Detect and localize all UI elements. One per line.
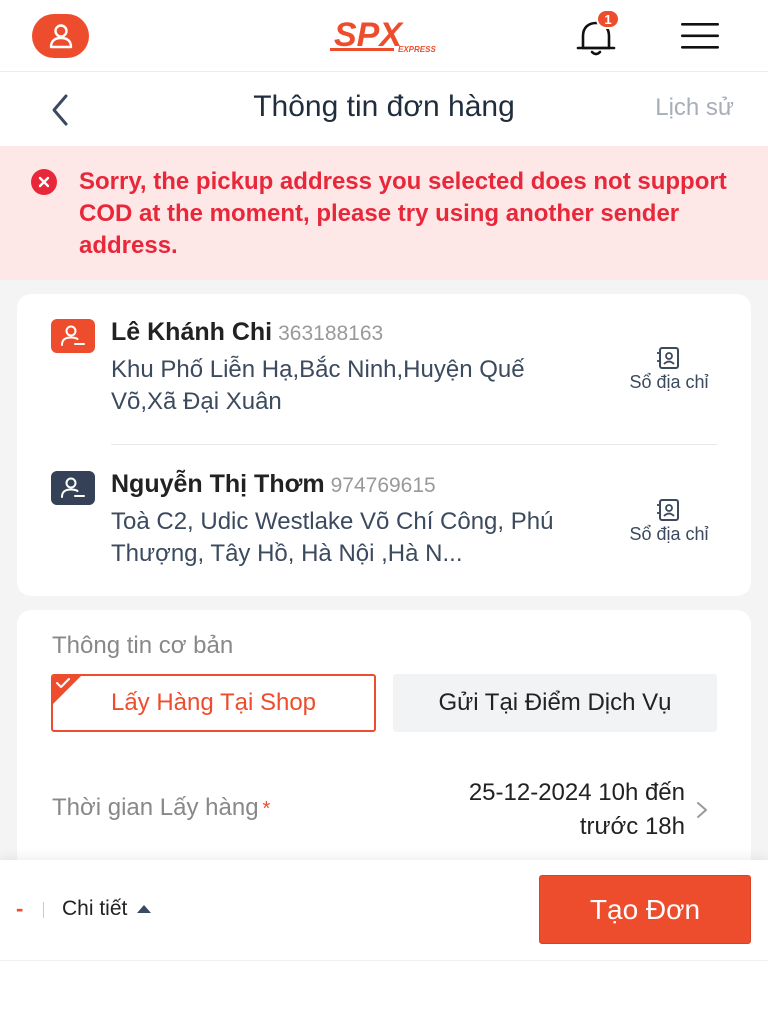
- receiver-name: Nguyễn Thị Thơm: [111, 470, 325, 498]
- pickup-time-label-text: Thời gian Lấy hàng: [52, 794, 259, 821]
- profile-button[interactable]: [32, 14, 89, 58]
- address-book-icon: [657, 499, 679, 521]
- sender-address-book-button[interactable]: Sổ địa chỉ: [617, 346, 721, 396]
- receiver-icon: [51, 471, 95, 505]
- pickup-time-line1: 25-12-2024 10h đến: [468, 779, 685, 806]
- sender-phone: 363188163: [278, 322, 384, 345]
- receiver-address-text: Toà C2, Udic Westlake Võ Chí Công, Phú T…: [111, 508, 554, 567]
- page-header: Thông tin đơn hàng Lịch sử: [0, 72, 768, 146]
- sender-address-text: Khu Phố Liễn Hạ,Bắc Ninh,Huyện Quế Võ,Xã…: [111, 356, 525, 415]
- bottom-action-bar: - Chi tiết Tạo Đơn: [0, 860, 768, 960]
- menu-button[interactable]: [680, 20, 720, 52]
- pickup-time-line2: trước 18h: [579, 813, 685, 840]
- history-link[interactable]: Lịch sử: [655, 94, 734, 122]
- sender-name-line: Lê Khánh Chi 363188163: [111, 318, 383, 347]
- receiver-address[interactable]: Nguyễn Thị Thơm 974769615 Toà C2, Udic We…: [17, 468, 751, 598]
- check-icon: [56, 678, 70, 688]
- chevron-right-icon[interactable]: [695, 800, 709, 820]
- receiver-name-line: Nguyễn Thị Thơm 974769615: [111, 470, 436, 499]
- option-drop-at-service-point-label: Gửi Tại Điểm Dịch Vụ: [438, 689, 672, 716]
- chevron-left-icon: [52, 94, 68, 126]
- required-mark: *: [262, 798, 271, 820]
- caret-up-icon: [137, 905, 152, 913]
- receiver-address-book-label: Sổ địa chỉ: [629, 524, 709, 544]
- address-book-icon: [657, 347, 679, 369]
- pickup-time-label: Thời gian Lấy hàng *: [52, 794, 270, 822]
- back-button[interactable]: [40, 90, 80, 130]
- option-drop-at-service-point[interactable]: Gửi Tại Điểm Dịch Vụ: [393, 674, 717, 732]
- detail-toggle[interactable]: Chi tiết: [62, 897, 152, 921]
- receiver-address-book-button[interactable]: Sổ địa chỉ: [617, 498, 721, 548]
- logo-subtext: EXPRESS: [398, 45, 436, 54]
- sender-name: Lê Khánh Chi: [111, 318, 273, 346]
- spx-logo[interactable]: SPX EXPRESS: [330, 14, 440, 58]
- page-title: Thông tin đơn hàng: [253, 90, 515, 123]
- total-amount: -: [16, 896, 24, 921]
- detail-label: Chi tiết: [62, 897, 128, 920]
- pickup-time-value[interactable]: 25-12-2024 10h đến trước 18h: [365, 776, 685, 844]
- basic-info-card: Thông tin cơ bản Lấy Hàng Tại Shop Gửi T…: [17, 610, 751, 870]
- bottom-spacer: [0, 960, 768, 1024]
- address-card: Lê Khánh Chi 363188163 Khu Phố Liễn Hạ,Bắ…: [17, 294, 751, 596]
- address-divider: [111, 444, 717, 445]
- notification-badge: 1: [596, 9, 620, 29]
- create-order-button[interactable]: Tạo Đơn: [539, 875, 751, 944]
- top-bar: SPX EXPRESS 1: [0, 0, 768, 72]
- basic-info-title: Thông tin cơ bản: [52, 632, 234, 659]
- option-pickup-at-shop-label: Lấy Hàng Tại Shop: [110, 689, 317, 716]
- sender-address-book-label: Sổ địa chỉ: [629, 372, 709, 392]
- error-message: Sorry, the pickup address you selected d…: [79, 168, 727, 259]
- sender-icon: [51, 319, 95, 353]
- user-icon: [49, 24, 72, 49]
- receiver-phone: 974769615: [330, 474, 436, 497]
- hamburger-icon: [681, 23, 719, 49]
- sender-address[interactable]: Lê Khánh Chi 363188163 Khu Phố Liễn Hạ,Bắ…: [17, 316, 751, 446]
- error-icon: [31, 169, 57, 195]
- option-pickup-at-shop[interactable]: Lấy Hàng Tại Shop: [51, 674, 376, 732]
- error-banner: Sorry, the pickup address you selected d…: [0, 146, 768, 280]
- separator: [43, 902, 44, 918]
